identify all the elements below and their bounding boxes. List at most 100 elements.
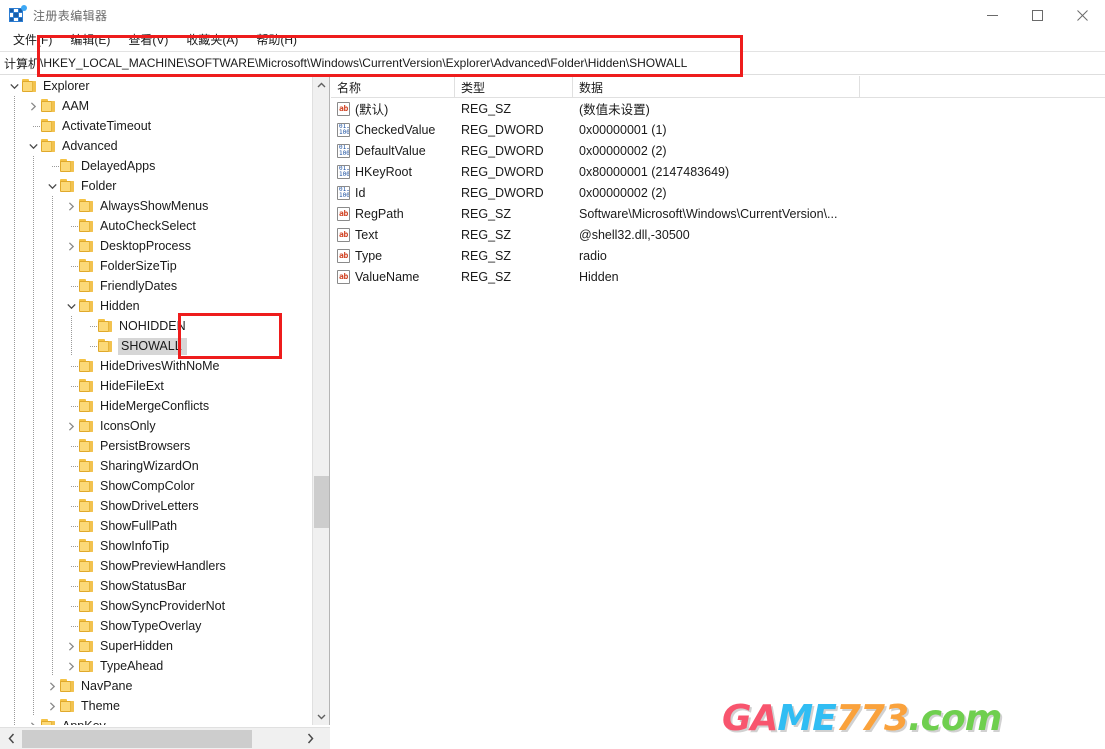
chevron-right-icon[interactable]	[63, 658, 79, 674]
tree-item-showfullpath[interactable]: ShowFullPath	[0, 516, 312, 536]
value-data-cell: radio	[579, 248, 607, 263]
tree-item-hidemergeconflicts[interactable]: HideMergeConflicts	[0, 396, 312, 416]
tree-item-explorer[interactable]: Explorer	[0, 76, 312, 96]
address-path[interactable]: \HKEY_LOCAL_MACHINE\SOFTWARE\Microsoft\W…	[40, 56, 1105, 70]
tree-item-showcompcolor[interactable]: ShowCompColor	[0, 476, 312, 496]
chevron-right-icon[interactable]	[44, 698, 60, 714]
folder-icon	[60, 159, 76, 173]
scroll-up-arrow[interactable]	[313, 76, 329, 93]
menu-item-3[interactable]: 收藏夹(A)	[177, 31, 247, 49]
tree-scrollbar-thumb[interactable]	[314, 476, 329, 528]
value-row[interactable]: ab RegPath REG_SZ Software\Microsoft\Window…	[331, 203, 1105, 224]
menu-item-4[interactable]: 帮助(H)	[247, 31, 306, 49]
tree-item-folder[interactable]: Folder	[0, 176, 312, 196]
horizontal-scrollbar-thumb[interactable]	[22, 730, 252, 748]
tree-item-showpreviewhandlers[interactable]: ShowPreviewHandlers	[0, 556, 312, 576]
tree-item-desktopprocess[interactable]: DesktopProcess	[0, 236, 312, 256]
chevron-right-icon[interactable]	[63, 638, 79, 654]
tree-item-persistbrowsers[interactable]: PersistBrowsers	[0, 436, 312, 456]
value-row[interactable]: 011 100 DefaultValue REG_DWORD 0x00000002 (2…	[331, 140, 1105, 161]
chevron-right-icon[interactable]	[63, 418, 79, 434]
scroll-right-arrow[interactable]	[299, 728, 321, 749]
watermark-part-0: GA	[722, 698, 778, 739]
menu-item-1[interactable]: 编辑(E)	[61, 31, 119, 49]
tree-item-advanced[interactable]: Advanced	[0, 136, 312, 156]
chevron-right-icon[interactable]	[63, 198, 79, 214]
chevron-right-icon[interactable]	[25, 718, 41, 725]
tree-item-label: PersistBrowsers	[100, 439, 191, 453]
tree-item-showstatusbar[interactable]: ShowStatusBar	[0, 576, 312, 596]
tree-item-label: SHOWALL	[118, 337, 187, 355]
value-row[interactable]: 011 100 HKeyRoot REG_DWORD 0x80000001 (21474…	[331, 161, 1105, 182]
tree-vertical-scrollbar[interactable]	[312, 76, 329, 725]
tree-item-showinfotip[interactable]: ShowInfoTip	[0, 536, 312, 556]
tree-item-nohidden[interactable]: NOHIDDEN	[0, 316, 312, 336]
chevron-right-icon[interactable]	[25, 98, 41, 114]
folder-icon	[79, 559, 95, 573]
tree-horizontal-scrollbar[interactable]	[0, 727, 330, 749]
scroll-down-arrow[interactable]	[313, 708, 329, 725]
tree-item-hidden[interactable]: Hidden	[0, 296, 312, 316]
value-row[interactable]: ab ValueName REG_SZ Hidden	[331, 266, 1105, 287]
tree-item-hidedriveswithnome[interactable]: HideDrivesWithNoMe	[0, 356, 312, 376]
chevron-right-icon[interactable]	[63, 238, 79, 254]
menu-item-0[interactable]: 文件(F)	[4, 31, 61, 49]
chevron-right-icon[interactable]	[44, 678, 60, 694]
tree-item-showdriveletters[interactable]: ShowDriveLetters	[0, 496, 312, 516]
tree-item-delayedapps[interactable]: DelayedApps	[0, 156, 312, 176]
minimize-button[interactable]	[970, 0, 1015, 30]
scroll-left-arrow[interactable]	[0, 728, 22, 749]
tree-item-friendlydates[interactable]: FriendlyDates	[0, 276, 312, 296]
value-row[interactable]: 011 100 Id REG_DWORD 0x00000002 (2)	[331, 182, 1105, 203]
chevron-down-icon[interactable]	[25, 138, 41, 154]
tree-item-label: ShowStatusBar	[100, 579, 187, 593]
folder-icon	[79, 639, 95, 653]
tree-item-typeahead[interactable]: TypeAhead	[0, 656, 312, 676]
tree-item-iconsonly[interactable]: IconsOnly	[0, 416, 312, 436]
value-name-label: Type	[355, 248, 383, 263]
close-button[interactable]	[1060, 0, 1105, 30]
value-row[interactable]: ab Type REG_SZ radio	[331, 245, 1105, 266]
tree-item-label: FriendlyDates	[100, 279, 178, 293]
column-header-type[interactable]: 类型	[455, 76, 573, 98]
tree-item-showsyncprovidernot[interactable]: ShowSyncProviderNot	[0, 596, 312, 616]
tree-item-label: NavPane	[81, 679, 133, 693]
folder-icon	[79, 459, 95, 473]
tree-item-navpane[interactable]: NavPane	[0, 676, 312, 696]
value-row[interactable]: ab (默认) REG_SZ (数值未设置)	[331, 98, 1105, 119]
tree-item-appkey[interactable]: AppKey	[0, 716, 312, 725]
tree-item-aam[interactable]: AAM	[0, 96, 312, 116]
tree-item-superhidden[interactable]: SuperHidden	[0, 636, 312, 656]
string-value-icon: ab	[337, 206, 350, 221]
address-bar[interactable]: 计算机 \HKEY_LOCAL_MACHINE\SOFTWARE\Microso…	[0, 51, 1105, 75]
folder-icon	[79, 399, 95, 413]
dword-value-icon: 011 100	[337, 185, 350, 200]
value-row[interactable]: 011 100 CheckedValue REG_DWORD 0x00000001 (1…	[331, 119, 1105, 140]
tree-item-alwaysshowmenus[interactable]: AlwaysShowMenus	[0, 196, 312, 216]
tree-item-activatetimeout[interactable]: ActivateTimeout	[0, 116, 312, 136]
chevron-down-icon[interactable]	[63, 298, 79, 314]
menu-item-2[interactable]: 查看(V)	[119, 31, 177, 49]
registry-tree-pane[interactable]: Explorer AAM ActivateTimeout Advanced Delaye…	[0, 76, 330, 725]
tree-item-showtypeoverlay[interactable]: ShowTypeOverlay	[0, 616, 312, 636]
value-data-cell: Software\Microsoft\Windows\CurrentVersio…	[579, 206, 838, 221]
tree-item-autocheckselect[interactable]: AutoCheckSelect	[0, 216, 312, 236]
value-name-cell: 011 100 HKeyRoot	[331, 164, 455, 179]
maximize-button[interactable]	[1015, 0, 1060, 30]
tree-item-theme[interactable]: Theme	[0, 696, 312, 716]
column-header-name[interactable]: 名称	[331, 76, 455, 98]
tree-item-hidefileext[interactable]: HideFileExt	[0, 376, 312, 396]
tree-item-showall[interactable]: SHOWALL	[0, 336, 312, 356]
column-header-data[interactable]: 数据	[573, 76, 860, 98]
tree-item-sharingwizardon[interactable]: SharingWizardOn	[0, 456, 312, 476]
registry-value-pane[interactable]: 名称 类型 数据 ab (默认) REG_SZ (数值未设置) 011 100 Checke…	[331, 76, 1105, 749]
value-row[interactable]: ab Text REG_SZ @shell32.dll,-30500	[331, 224, 1105, 245]
folder-icon	[79, 219, 95, 233]
chevron-down-icon[interactable]	[6, 78, 22, 94]
tree-item-foldersizetip[interactable]: FolderSizeTip	[0, 256, 312, 276]
chevron-down-icon[interactable]	[44, 178, 60, 194]
string-value-icon: ab	[337, 101, 350, 116]
value-name-cell: ab Text	[331, 227, 455, 242]
menu-bar: 文件(F) 编辑(E) 查看(V) 收藏夹(A) 帮助(H)	[0, 30, 1105, 50]
value-name-cell: 011 100 DefaultValue	[331, 143, 455, 158]
